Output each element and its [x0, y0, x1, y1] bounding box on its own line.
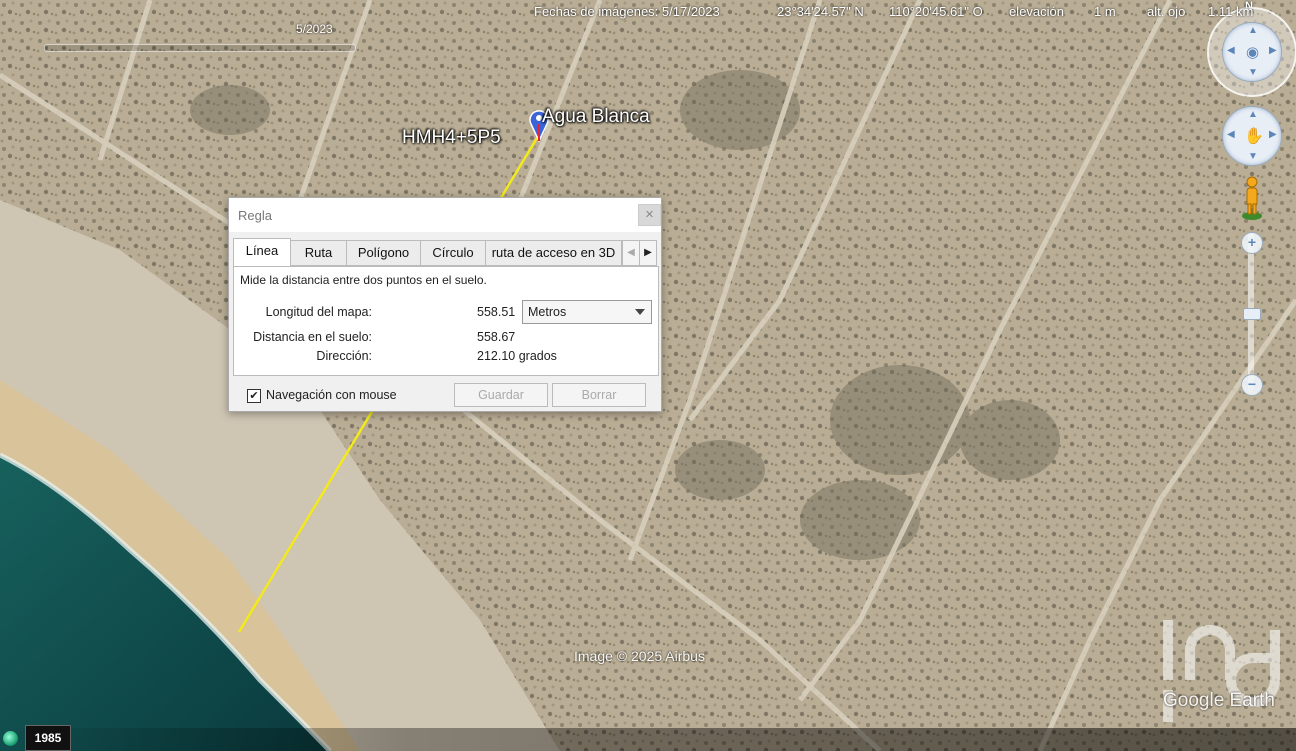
time-slider-label: 5/2023 — [296, 22, 333, 36]
latitude-readout: 23°34'24.57" N — [777, 4, 864, 19]
pan-hand-icon[interactable]: ✋ ▲ ▼ ◀ ▶ — [1222, 106, 1282, 166]
heading-value: 212.10 grados — [477, 349, 557, 363]
tab-poligono[interactable]: Polígono — [346, 240, 421, 266]
status-bar — [0, 728, 1296, 751]
zoom-slider-handle[interactable] — [1243, 308, 1261, 320]
eye-altitude-label: alt. ojo — [1147, 4, 1186, 19]
tab-circulo[interactable]: Círculo — [420, 240, 486, 266]
globe-icon[interactable] — [3, 731, 18, 746]
tab-linea[interactable]: Línea — [233, 238, 291, 268]
ruler-panel: Mide la distancia entre dos puntos en el… — [233, 266, 659, 376]
ruler-title: Regla — [238, 208, 272, 223]
mouse-nav-checkbox[interactable]: ✔ — [247, 389, 261, 403]
tab-ruta[interactable]: Ruta — [290, 240, 347, 266]
zoom-out-icon[interactable]: − — [1241, 374, 1263, 396]
ground-distance-value: 558.67 — [477, 330, 516, 344]
ground-distance-label: Distancia en el suelo: — [253, 330, 372, 344]
imagery-attribution: Image © 2025 Airbus — [574, 648, 705, 664]
dropdown-arrow-icon — [635, 309, 645, 315]
zoom-in-icon[interactable]: + — [1241, 232, 1263, 254]
plus-code-label: HMH4+5P5 — [402, 127, 501, 148]
longitude-readout: 110°20'45.61" O — [889, 4, 983, 19]
time-slider[interactable]: 5/2023 — [14, 22, 356, 54]
close-icon[interactable]: ✕ — [638, 204, 661, 226]
eye-altitude-value: 1.11 km — [1208, 4, 1254, 19]
elevation-value: 1 m — [1094, 4, 1116, 19]
ruler-footer: ✔ Navegación con mouse Guardar Borrar — [229, 378, 661, 410]
ruler-titlebar[interactable]: Regla ✕ — [229, 198, 661, 232]
elevation-label: elevación — [1009, 4, 1064, 19]
unit-select-value: Metros — [528, 305, 567, 319]
street-view-person-icon[interactable] — [1240, 176, 1264, 222]
ruler-dialog: Regla ✕ Línea Ruta Polígono Círculo ruta… — [228, 197, 662, 412]
placemark-name[interactable]: Agua Blanca — [542, 106, 650, 128]
map-length-value: 558.51 — [477, 305, 516, 319]
time-slider-track[interactable] — [44, 44, 356, 52]
heading-label: Dirección: — [316, 349, 372, 363]
historical-imagery-year[interactable]: 1985 — [25, 725, 71, 751]
map-length-label: Longitud del mapa: — [265, 305, 372, 319]
imagery-date: Fechas de imágenes: 5/17/2023 — [534, 4, 720, 19]
google-earth-logo: Google Earth — [1163, 690, 1275, 711]
clear-button[interactable]: Borrar — [552, 383, 646, 407]
ruler-description: Mide la distancia entre dos puntos en el… — [240, 273, 487, 287]
ruler-tabs: Línea Ruta Polígono Círculo ruta de acce… — [233, 238, 659, 268]
mouse-nav-label[interactable]: Navegación con mouse — [266, 388, 397, 402]
tab-ruta-3d[interactable]: ruta de acceso en 3D — [485, 240, 622, 266]
tab-scroll-left-icon[interactable]: ◀ — [622, 240, 640, 266]
look-around-icon[interactable]: ◉ ▲ ▼ ◀ ▶ — [1222, 22, 1282, 82]
save-button[interactable]: Guardar — [454, 383, 548, 407]
unit-select[interactable]: Metros — [522, 300, 652, 324]
tab-scroll-right-icon[interactable]: ▶ — [639, 240, 657, 266]
